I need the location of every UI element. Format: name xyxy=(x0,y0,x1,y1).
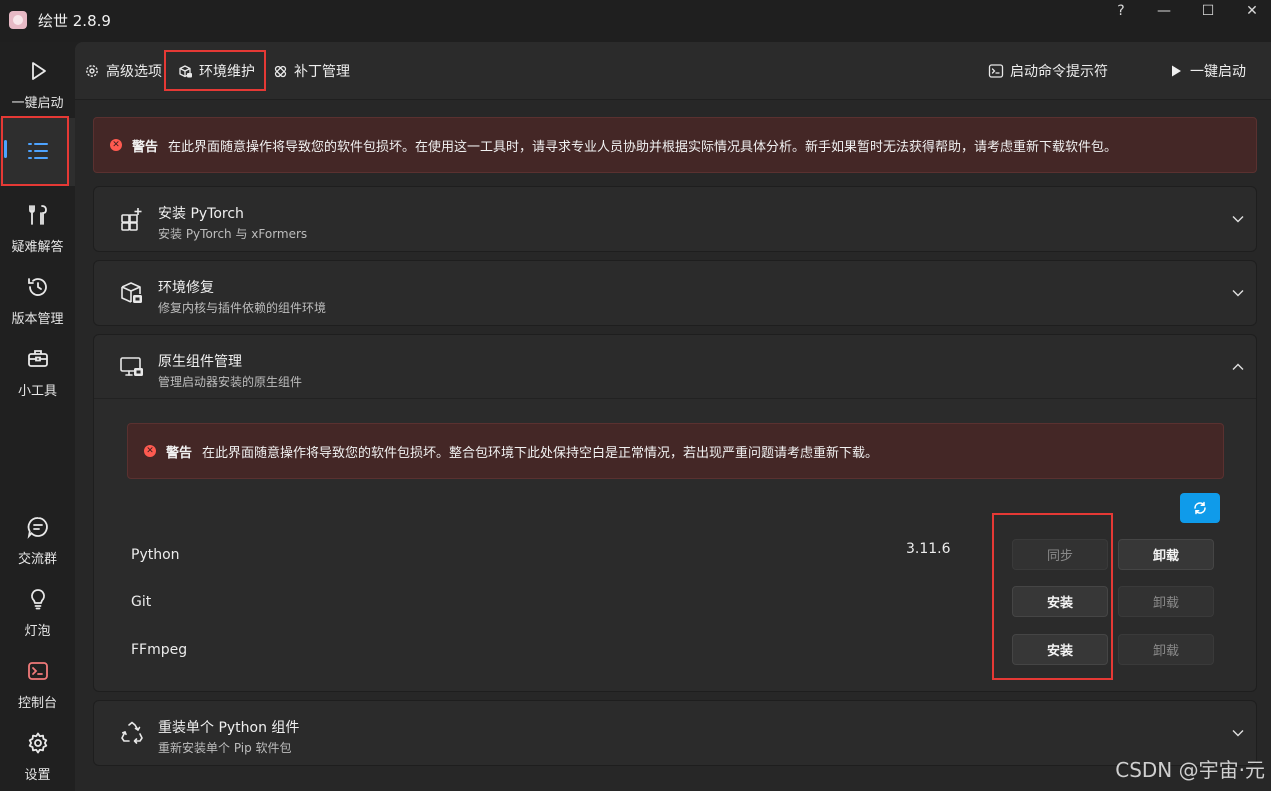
toolbox-icon xyxy=(25,346,51,372)
app-title: 绘世 2.8.9 xyxy=(38,12,111,30)
card-header[interactable]: 安装 PyTorch 安装 PyTorch 与 xFormers xyxy=(94,187,1256,251)
sidebar-item-settings[interactable]: 设置 xyxy=(0,718,75,786)
card-environment-repair[interactable]: 环境修复 修复内核与插件依赖的组件环境 xyxy=(93,260,1257,326)
sidebar-item-community[interactable]: 交流群 xyxy=(0,502,75,570)
help-button[interactable]: ? xyxy=(1098,0,1144,22)
launch-button[interactable]: 一键启动 xyxy=(1168,60,1246,82)
play-icon xyxy=(25,58,51,84)
ffmpeg-uninstall-button[interactable]: 卸载 xyxy=(1118,634,1214,665)
card-title: 重装单个 Python 组件 xyxy=(158,720,300,736)
tab-bar: 高级选项 环境维护 补丁管理 启动命令提示符 一键启动 xyxy=(75,42,1271,100)
chevron-down-icon[interactable] xyxy=(1230,211,1246,227)
refresh-button[interactable] xyxy=(1180,493,1220,523)
bandage-icon xyxy=(272,63,288,79)
tab-advanced-options[interactable]: 高级选项 xyxy=(84,60,162,82)
component-version-python: 3.11.6 xyxy=(906,541,951,557)
list-icon xyxy=(25,138,51,164)
sidebar-item-console[interactable]: 控制台 xyxy=(0,646,75,714)
console-icon xyxy=(25,658,51,684)
title-bar: 绘世 2.8.9 ? — ☐ ✕ xyxy=(0,0,1271,42)
sidebar-item-label: 控制台 xyxy=(17,696,57,711)
warning-title: 警告 xyxy=(132,139,159,155)
tab-label: 高级选项 xyxy=(106,64,162,80)
error-icon: ✕ xyxy=(110,139,122,151)
settings-icon xyxy=(84,63,100,79)
lightbulb-icon xyxy=(25,586,51,612)
inner-warning-banner: ✕ 警告 在此界面随意操作将导致您的软件包损坏。整合包环境下此处保持空白是正常情… xyxy=(127,423,1224,479)
component-name-ffmpeg: FFmpeg xyxy=(131,642,188,658)
tab-label: 补丁管理 xyxy=(294,64,350,80)
tab-patch-management[interactable]: 补丁管理 xyxy=(272,60,350,82)
sidebar-item-label: 灯泡 xyxy=(24,624,51,639)
python-sync-button[interactable]: 同步 xyxy=(1012,539,1108,570)
ffmpeg-install-button[interactable]: 安装 xyxy=(1012,634,1108,665)
sidebar-item-launch[interactable]: 一键启动 xyxy=(0,46,75,114)
card-title: 环境修复 xyxy=(158,280,214,296)
sidebar-item-label: 版本管理 xyxy=(11,312,64,327)
warning-banner: ✕ 警告 在此界面随意操作将导致您的软件包损坏。在使用这一工具时，请寻求专业人员… xyxy=(93,117,1257,173)
card-header[interactable]: 环境修复 修复内核与插件依赖的组件环境 xyxy=(94,261,1256,325)
play-icon xyxy=(1168,63,1184,79)
error-icon: ✕ xyxy=(144,445,156,457)
card-subtitle: 重新安装单个 Pip 软件包 xyxy=(158,741,292,755)
monitor-package-icon xyxy=(118,353,146,381)
card-reinstall-python-package[interactable]: 重装单个 Python 组件 重新安装单个 Pip 软件包 xyxy=(93,700,1257,766)
card-subtitle: 修复内核与插件依赖的组件环境 xyxy=(158,301,327,315)
main-panel: 高级选项 环境维护 补丁管理 启动命令提示符 一键启动 ✕ 警告 在此界面随意操… xyxy=(75,42,1271,791)
card-header[interactable]: 重装单个 Python 组件 重新安装单个 Pip 软件包 xyxy=(94,701,1256,765)
watermark: CSDN @宇宙·元 xyxy=(1115,758,1265,782)
chevron-up-icon[interactable] xyxy=(1230,359,1246,375)
component-name-python: Python xyxy=(131,547,180,563)
warning-title: 警告 xyxy=(166,445,193,461)
card-install-pytorch[interactable]: 安装 PyTorch 安装 PyTorch 与 xFormers xyxy=(93,186,1257,252)
grid-add-icon xyxy=(118,205,146,233)
sidebar: 一键启动 疑难解答 版本管理 小工具 交流群 灯泡 控制台 设置 xyxy=(0,42,75,791)
cmd-label: 启动命令提示符 xyxy=(1010,64,1108,80)
card-subtitle: 管理启动器安装的原生组件 xyxy=(158,375,303,389)
card-subtitle: 安装 PyTorch 与 xFormers xyxy=(158,227,308,241)
launch-label: 一键启动 xyxy=(1190,64,1246,80)
refresh-icon xyxy=(1194,501,1206,515)
open-command-prompt-button[interactable]: 启动命令提示符 xyxy=(988,60,1108,82)
chevron-down-icon[interactable] xyxy=(1230,725,1246,741)
component-name-git: Git xyxy=(131,594,152,610)
sidebar-item-troubleshoot[interactable]: 疑难解答 xyxy=(0,190,75,258)
recycle-icon xyxy=(118,719,146,747)
chat-icon xyxy=(25,514,51,540)
card-title: 原生组件管理 xyxy=(158,354,242,370)
git-install-button[interactable]: 安装 xyxy=(1012,586,1108,617)
tools-icon xyxy=(25,202,51,228)
sidebar-item-label: 小工具 xyxy=(17,384,57,399)
sidebar-item-bulb[interactable]: 灯泡 xyxy=(0,574,75,642)
tab-label: 环境维护 xyxy=(199,64,255,80)
package-icon xyxy=(177,63,193,79)
card-title: 安装 PyTorch xyxy=(158,206,244,222)
sidebar-item-label: 一键启动 xyxy=(11,96,64,111)
close-button[interactable]: ✕ xyxy=(1229,0,1271,22)
git-uninstall-button[interactable]: 卸载 xyxy=(1118,586,1214,617)
sidebar-item-versions[interactable]: 版本管理 xyxy=(0,262,75,330)
active-indicator xyxy=(4,140,7,158)
sidebar-item-list[interactable] xyxy=(0,118,75,186)
terminal-icon xyxy=(988,63,1004,79)
chevron-down-icon[interactable] xyxy=(1230,285,1246,301)
sidebar-item-label: 疑难解答 xyxy=(11,240,64,255)
app-logo-icon xyxy=(9,11,27,29)
card-header[interactable]: 原生组件管理 管理启动器安装的原生组件 xyxy=(94,335,1256,399)
maximize-button[interactable]: ☐ xyxy=(1185,0,1231,22)
warning-text: 在此界面随意操作将导致您的软件包损坏。在使用这一工具时，请寻求专业人员协助并根据… xyxy=(168,139,1118,155)
sidebar-item-tools[interactable]: 小工具 xyxy=(0,334,75,402)
history-icon xyxy=(25,274,51,300)
minimize-button[interactable]: — xyxy=(1141,0,1187,22)
warning-text: 在此界面随意操作将导致您的软件包损坏。整合包环境下此处保持空白是正常情况，若出现… xyxy=(202,445,879,461)
gear-icon xyxy=(25,730,51,756)
python-uninstall-button[interactable]: 卸载 xyxy=(1118,539,1214,570)
tab-environment-maintenance[interactable]: 环境维护 xyxy=(177,60,255,82)
card-native-components: 原生组件管理 管理启动器安装的原生组件 ✕ 警告 在此界面随意操作将导致您的软件… xyxy=(93,334,1257,692)
sidebar-item-label: 设置 xyxy=(24,768,51,783)
box-repair-icon xyxy=(118,279,146,307)
sidebar-item-label: 交流群 xyxy=(17,552,57,567)
